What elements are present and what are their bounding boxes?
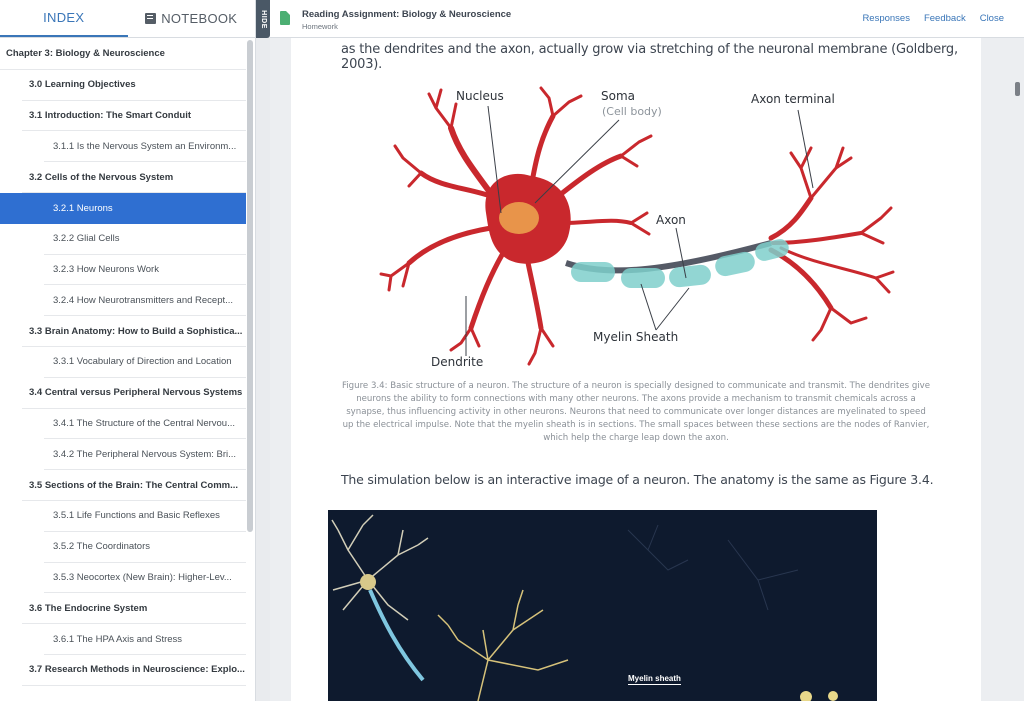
sim-terminal-bulb	[800, 691, 812, 701]
sim-second-neuron	[437, 589, 569, 701]
toc-item[interactable]: 3.5.3 Neocortex (New Brain): Higher-Lev.…	[44, 563, 246, 594]
toc-item[interactable]: 3.2.4 How Neurotransmitters and Recept..…	[44, 285, 246, 317]
neuron-dendrites	[379, 86, 895, 366]
toc-item-label: 3.1.1 Is the Nervous System an Environm.…	[53, 140, 237, 152]
sim-axon	[368, 589, 425, 682]
toc-item-label: 3.4.2 The Peripheral Nervous System: Bri…	[53, 448, 237, 460]
sim-dendrites	[331, 514, 429, 621]
toc-item[interactable]: 3.4 Central versus Peripheral Nervous Sy…	[22, 378, 246, 409]
toc-item-label: 3.1 Introduction: The Smart Conduit	[29, 109, 192, 121]
toc-item-label: 3.7 Research Methods in Neuroscience: Ex…	[29, 664, 245, 676]
toc-item[interactable]: 3.4.2 The Peripheral Nervous System: Bri…	[44, 439, 246, 471]
toc-item-label: Chapter 3: Biology & Neuroscience	[6, 48, 165, 60]
toc-item[interactable]: 3.5.1 Life Functions and Basic Reflexes	[44, 501, 246, 532]
tab-index-label: INDEX	[43, 10, 85, 25]
feedback-link[interactable]: Feedback	[924, 13, 966, 24]
toc-item[interactable]: 3.6 The Endocrine System	[22, 593, 246, 625]
assignment-title: Reading Assignment: Biology & Neuroscien…	[302, 9, 512, 20]
toc-item-label: 3.0 Learning Objectives	[29, 79, 136, 91]
table-of-contents: Chapter 3: Biology & Neuroscience 3.0 Lea…	[0, 39, 246, 701]
toc-item-label: 3.2.2 Glial Cells	[53, 233, 120, 245]
toc-item-label: 3.2.4 How Neurotransmitters and Recept..…	[53, 294, 234, 306]
toc-item-label: 3.5 Sections of the Brain: The Central C…	[29, 479, 239, 491]
label-axon-terminal: Axon terminal	[751, 92, 835, 106]
toc-item[interactable]: 3.2 Cells of the Nervous System	[22, 162, 246, 193]
header-links: Responses Feedback Close	[862, 13, 1004, 24]
reading-content: as the dendrites and the axon, actually …	[270, 38, 1024, 701]
sidebar: INDEX NOTEBOOK Chapter 3: Biology & Neur…	[0, 0, 256, 701]
toc-item-label: 3.2.3 How Neurons Work	[53, 263, 159, 275]
notebook-icon	[145, 13, 157, 24]
toc-item[interactable]: Chapter 3: Biology & Neuroscience	[0, 39, 246, 70]
label-cell-body: (Cell body)	[602, 105, 662, 118]
assignment-subtitle: Homework	[302, 22, 338, 31]
toc-item-label: 3.2.1 Neurons	[53, 202, 113, 214]
neuron-simulation[interactable]: Myelin sheath	[328, 510, 877, 701]
tab-index[interactable]: INDEX	[0, 0, 128, 37]
toc-item-label: 3.3.1 Vocabulary of Direction and Locati…	[53, 356, 232, 368]
sim-soma	[360, 574, 376, 590]
figure-caption: Figure 3.4: Basic structure of a neuron.…	[341, 381, 931, 443]
toc-item[interactable]: 3.5 Sections of the Brain: The Central C…	[22, 470, 246, 501]
toc-item[interactable]: 3.2.1 Neurons	[0, 192, 246, 224]
toc-item[interactable]: 3.1 Introduction: The Smart Conduit	[22, 101, 246, 132]
toc-item-label: 3.6 The Endocrine System	[29, 602, 148, 614]
toc-item[interactable]: 3.2.2 Glial Cells	[44, 224, 246, 255]
toc-item[interactable]: 3.5.2 The Coordinators	[44, 532, 246, 563]
toc-item[interactable]: 3.3 Brain Anatomy: How to Build a Sophis…	[22, 316, 246, 347]
toc-item-label: 3.5.2 The Coordinators	[53, 541, 150, 553]
sim-background-fibers	[627, 524, 799, 611]
sidebar-scrollbar[interactable]	[247, 40, 253, 532]
neuron-figure: Nucleus Soma (Cell body) Axon terminal A…	[379, 86, 895, 369]
toc-item[interactable]: 3.0 Learning Objectives	[22, 70, 246, 101]
toc-item[interactable]: 3.2.3 How Neurons Work	[44, 255, 246, 286]
sim-terminal-bulb	[828, 691, 838, 701]
toc-item-label: 3.5.3 Neocortex (New Brain): Higher-Lev.…	[53, 571, 232, 583]
label-axon: Axon	[656, 213, 686, 227]
label-myelin-sheath: Myelin Sheath	[593, 330, 678, 344]
tab-notebook[interactable]: NOTEBOOK	[128, 0, 256, 37]
content-scrollbar[interactable]	[1015, 82, 1020, 96]
toc-item-label: 3.3 Brain Anatomy: How to Build a Sophis…	[29, 325, 243, 337]
toc-item[interactable]: 3.6.1 The HPA Axis and Stress	[44, 624, 246, 655]
label-nucleus: Nucleus	[456, 89, 504, 103]
toc-item-label: 3.5.1 Life Functions and Basic Reflexes	[53, 510, 220, 522]
toc-item-label: 3.2 Cells of the Nervous System	[29, 171, 174, 183]
nucleus	[499, 202, 539, 234]
sim-myelin-label: Myelin sheath	[628, 674, 681, 685]
toc-item[interactable]: 3.3.1 Vocabulary of Direction and Locati…	[44, 347, 246, 378]
header: Reading Assignment: Biology & Neuroscien…	[270, 0, 1024, 38]
label-dendrite: Dendrite	[431, 355, 483, 369]
toc-item[interactable]: 3.7 Research Methods in Neuroscience: Ex…	[22, 655, 246, 686]
toc-item-label: 3.6.1 The HPA Axis and Stress	[53, 633, 183, 645]
sidebar-tabs: INDEX NOTEBOOK	[0, 0, 255, 38]
hide-label: HIDE	[259, 9, 267, 29]
reading-page: as the dendrites and the axon, actually …	[291, 38, 981, 701]
toc-item-label: 3.4.1 The Structure of the Central Nervo…	[53, 417, 236, 429]
responses-link[interactable]: Responses	[862, 13, 910, 24]
hide-sidebar-button[interactable]: HIDE	[256, 0, 270, 38]
toc-item[interactable]: 3.1.1 Is the Nervous System an Environm.…	[44, 131, 246, 163]
label-soma: Soma	[601, 89, 635, 103]
tab-notebook-label: NOTEBOOK	[161, 11, 238, 26]
toc-item-label: 3.4 Central versus Peripheral Nervous Sy…	[29, 387, 243, 399]
document-icon	[280, 11, 290, 25]
simulation-intro-text: The simulation below is an interactive i…	[341, 472, 934, 487]
simulation-scene	[331, 514, 838, 701]
toc-item[interactable]: 3.4.1 The Structure of the Central Nervo…	[44, 409, 246, 440]
close-link[interactable]: Close	[980, 13, 1004, 24]
